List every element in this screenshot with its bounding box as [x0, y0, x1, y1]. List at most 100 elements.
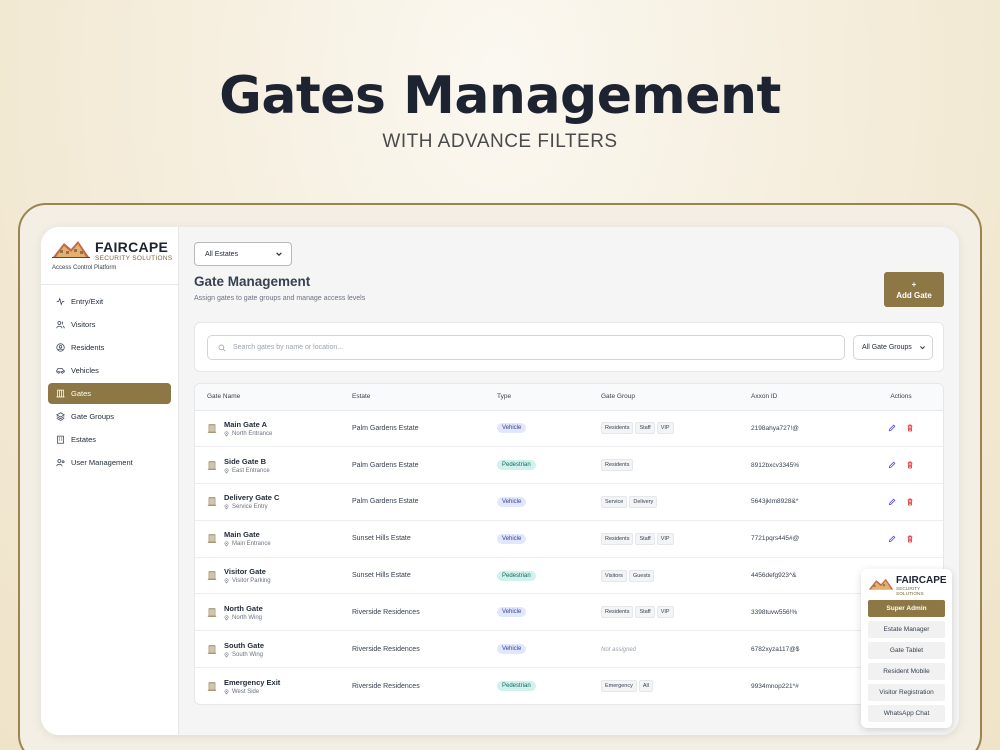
table-row: Main Gate A North Entrance Palm Gardens Es… — [195, 410, 943, 448]
gate-name-cell: Side Gate B East Entrance — [195, 446, 340, 485]
sidebar-item-vehicles[interactable]: Vehicles — [48, 360, 171, 381]
portal-option-super-admin[interactable]: Super Admin — [868, 600, 945, 617]
gate-name-text: Delivery Gate C Service Entry — [224, 493, 279, 510]
actions-cell — [857, 410, 943, 448]
estate-cell: Sunset Hills Estate — [340, 520, 485, 558]
portal-option-resident-mobile[interactable]: Resident Mobile — [868, 663, 945, 680]
user-circle-icon — [56, 343, 65, 352]
actions-cell — [857, 520, 943, 558]
gate-group-tag: Residents — [601, 459, 634, 472]
sidebar-item-label: Entry/Exit — [71, 297, 104, 306]
column-header: Actions — [857, 384, 943, 411]
gate-group-tag: Staff — [635, 532, 655, 545]
sidebar-item-estates[interactable]: Estates — [48, 429, 171, 450]
estate-cell: Palm Gardens Estate — [340, 446, 485, 485]
sidebar-item-label: Estates — [71, 435, 97, 444]
actions-cell — [857, 446, 943, 485]
gate-name: Side Gate B East Entrance — [207, 457, 340, 474]
table-row: North Gate North Wing Riverside Residences… — [195, 593, 943, 632]
portal-option-visitor-registration[interactable]: Visitor Registration — [868, 684, 945, 701]
axxon-id-cell: 8912bxcv3345% — [739, 446, 857, 485]
sidebar-item-entry-exit[interactable]: Entry/Exit — [48, 291, 171, 312]
gate-group-tag: Service — [601, 495, 628, 508]
column-header: Axxon ID — [739, 384, 857, 411]
sidebar-item-gates[interactable]: Gates — [48, 383, 171, 404]
edit-icon[interactable] — [888, 535, 896, 543]
trash-icon[interactable] — [906, 535, 914, 543]
table-row: Delivery Gate C Service Entry Palm Gardens… — [195, 483, 943, 521]
sidebar-item-gate-groups[interactable]: Gate Groups — [48, 406, 171, 427]
type-badge: Pedestrian — [497, 570, 536, 581]
estate-cell: Riverside Residences — [340, 593, 485, 632]
estate-filter-select[interactable]: All Estates — [194, 242, 292, 266]
column-header: Gate Group — [589, 384, 739, 411]
sidebar-item-label: Gate Groups — [71, 412, 114, 421]
column-header: Gate Name — [195, 384, 340, 411]
trash-icon[interactable] — [906, 461, 914, 469]
gate-title: Visitor Gate — [224, 567, 266, 577]
logo-icon — [868, 578, 894, 590]
gate-group-cell: Residents Staff VIP — [589, 410, 739, 448]
gate-name-text: Visitor Gate Visitor Parking — [224, 567, 271, 584]
gate-location-text: Service Entry — [232, 504, 268, 511]
layers-icon — [56, 412, 65, 421]
chevron-down-icon — [920, 346, 925, 350]
gate-location-text: West Side — [232, 688, 260, 695]
sidebar: FAIRCAPE SECURITY SOLUTIONS Access Contr… — [41, 227, 179, 735]
edit-icon[interactable] — [888, 498, 896, 506]
map-pin-icon — [224, 541, 229, 547]
sidebar-item-label: Residents — [71, 343, 105, 352]
gate-group-cell: Residents Staff VIP — [589, 593, 739, 632]
type-badge: Vehicle — [497, 423, 527, 434]
gate-title: Main Gate — [224, 530, 260, 540]
gate-location-text: East Entrance — [232, 467, 270, 474]
gate-name-cell: Main Gate Main Entrance — [195, 520, 340, 558]
gate-group-cell: Residents — [589, 446, 739, 485]
edit-icon[interactable] — [888, 461, 896, 469]
sidebar-item-user-management[interactable]: User Management — [48, 452, 171, 473]
sidebar-item-visitors[interactable]: Visitors — [48, 314, 171, 335]
type-cell: Vehicle — [485, 410, 589, 448]
gate-group-cell: Not assigned — [589, 630, 739, 669]
gate-group-tag: Guests — [628, 569, 655, 582]
sidebar-item-label: Gates — [71, 389, 92, 398]
trash-icon[interactable] — [906, 424, 914, 432]
brand-tagline: SECURITY SOLUTIONS — [95, 255, 173, 262]
map-pin-icon — [224, 431, 229, 437]
type-badge: Vehicle — [497, 496, 527, 507]
car-icon — [56, 368, 65, 374]
gate-name: Main Gate A North Entrance — [207, 420, 340, 437]
type-cell: Vehicle — [485, 483, 589, 521]
brand-logo[interactable]: FAIRCAPE SECURITY SOLUTIONS — [52, 237, 177, 277]
gate-title: Side Gate B — [224, 456, 267, 466]
axxon-id-cell: 6782xyza117@$ — [739, 630, 857, 669]
platform-label: Access Control Platform — [52, 265, 117, 271]
activity-icon — [56, 297, 65, 306]
map-pin-icon — [224, 505, 229, 510]
gate-name-cell: South Gate South Wing — [195, 630, 340, 669]
gate-group-tag: VIP — [656, 422, 674, 435]
gate-name: Emergency Exit West Side — [207, 678, 340, 695]
portal-option-estate-manager[interactable]: Estate Manager — [868, 621, 945, 638]
axxon-id-cell: 5643jklm8928&* — [739, 483, 857, 521]
main-content: All Estates Gate Management Assign gates… — [179, 227, 959, 735]
map-pin-icon — [224, 652, 229, 658]
gate-group-tag: Staff — [635, 606, 655, 619]
gate-location: North Entrance — [224, 431, 272, 437]
search-input[interactable]: Search gates by name or location... — [207, 335, 845, 360]
table-row: Side Gate B East Entrance Palm Gardens Est… — [195, 446, 943, 485]
edit-icon[interactable] — [888, 424, 896, 432]
trash-icon[interactable] — [906, 498, 914, 506]
portal-option-gate-tablet[interactable]: Gate Tablet — [868, 642, 945, 659]
gate-location-text: South Wing — [232, 651, 264, 658]
add-gate-button[interactable]: + Add Gate — [884, 272, 944, 307]
gate-group-filter-select[interactable]: All Gate Groups — [853, 335, 933, 360]
estate-cell: Riverside Residences — [352, 682, 420, 690]
gate-name-text: Side Gate B East Entrance — [224, 457, 270, 474]
hero-subtitle: WITH ADVANCE FILTERS — [382, 131, 618, 152]
sidebar-item-residents[interactable]: Residents — [48, 337, 171, 358]
gate-title: Emergency Exit — [224, 677, 281, 687]
gate-location-text: North Wing — [232, 614, 263, 621]
estate-filter-value: All Estates — [205, 250, 239, 258]
portal-option-whatsapp-chat[interactable]: WhatsApp Chat — [868, 705, 945, 722]
